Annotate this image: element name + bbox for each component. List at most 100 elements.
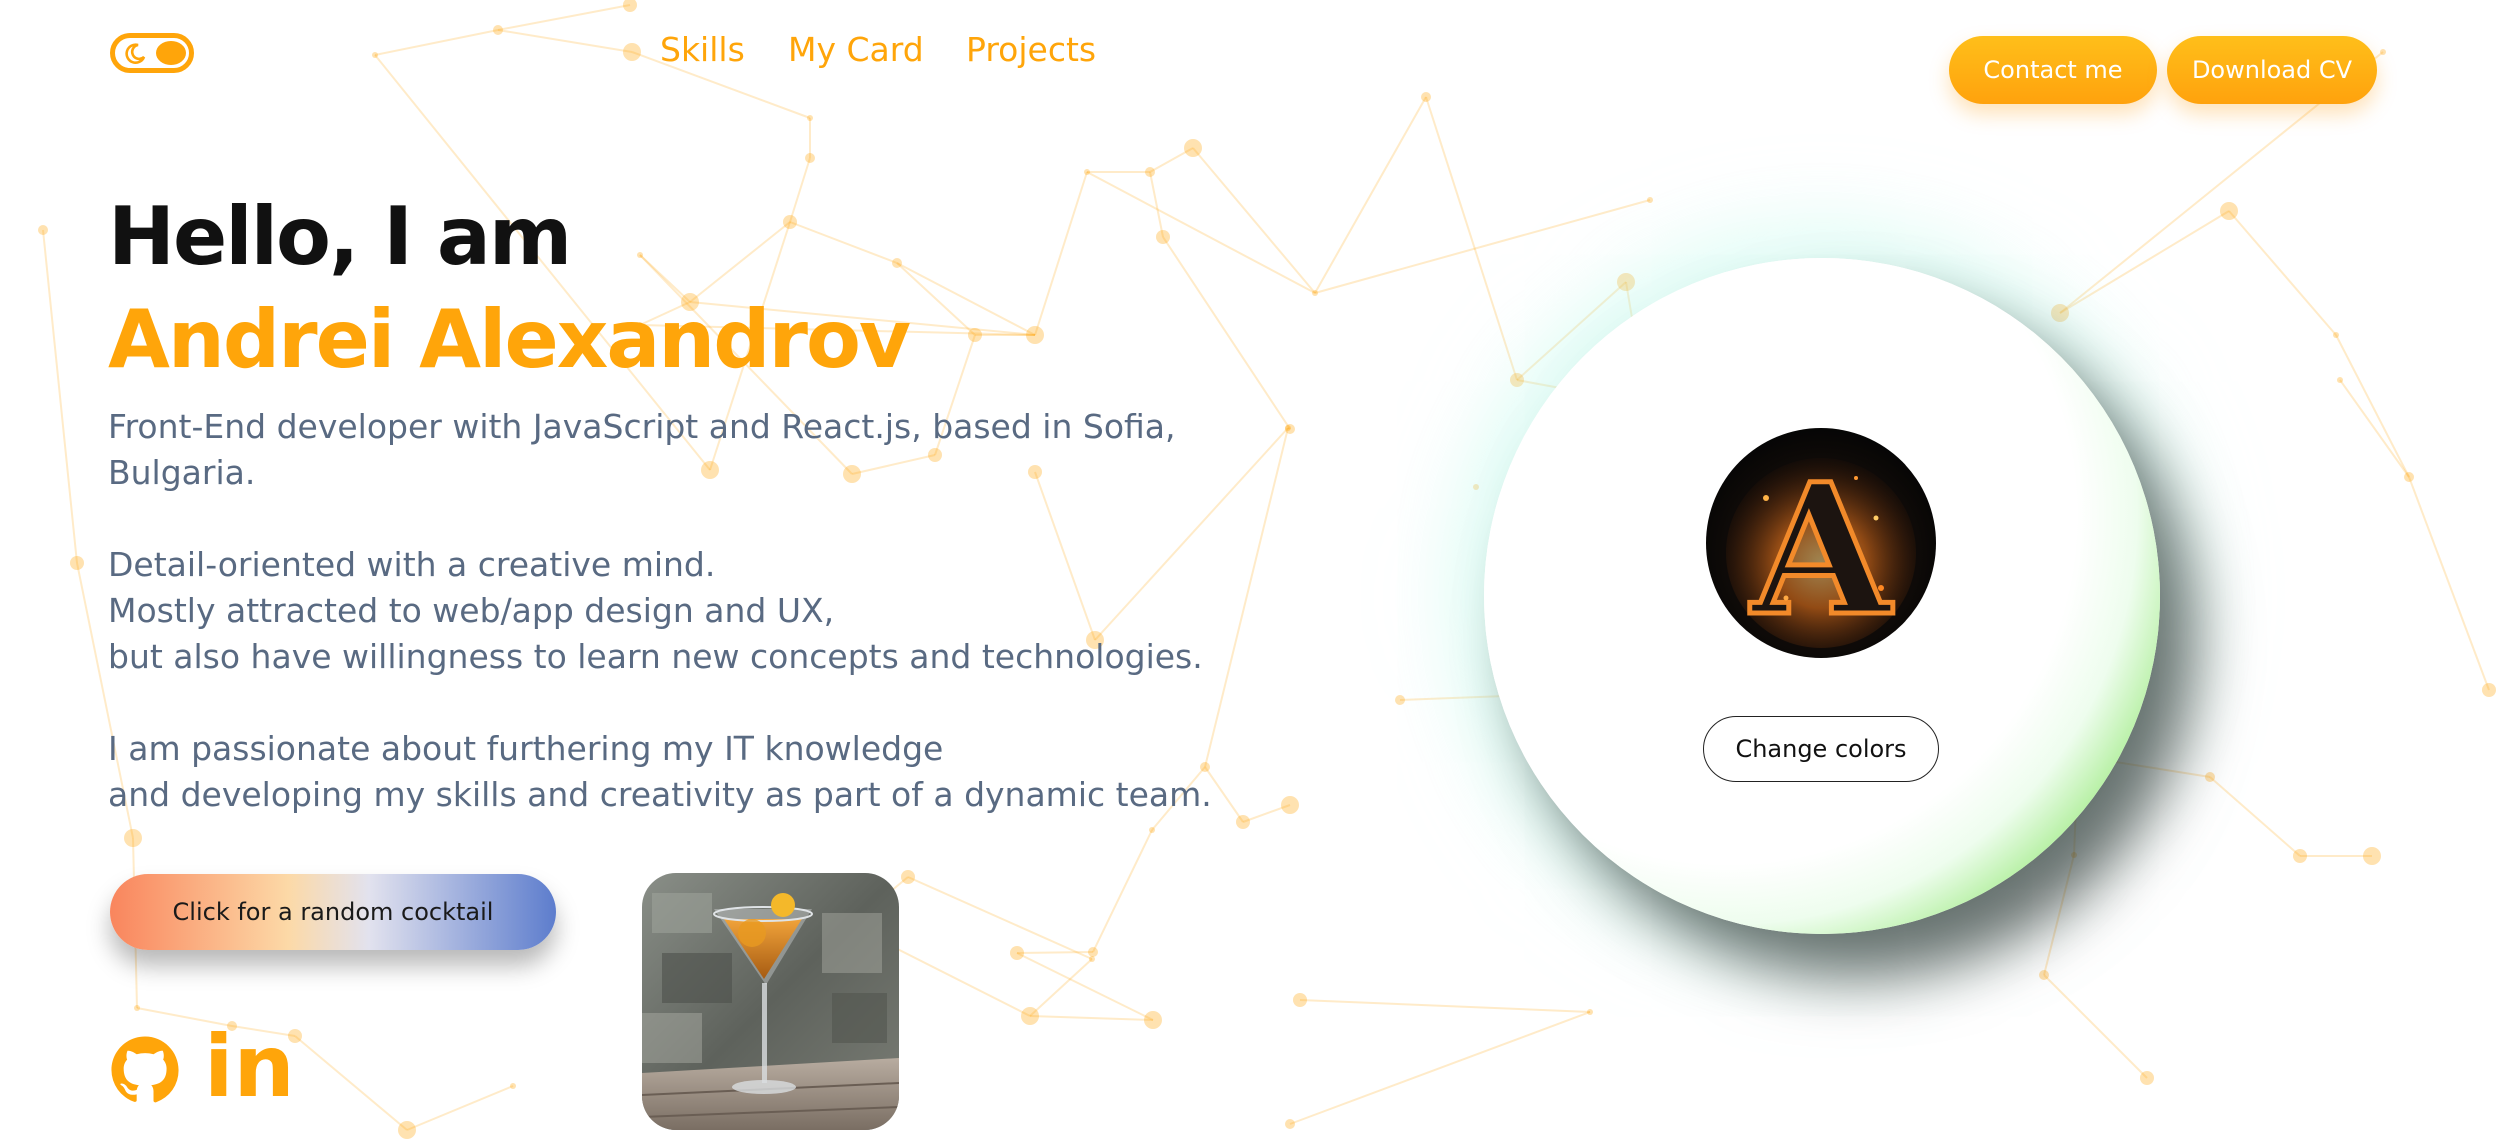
network-node <box>2293 849 2307 863</box>
network-line <box>374 29 499 56</box>
network-node <box>1156 230 1170 244</box>
avatar-letter: A <box>1749 445 1893 656</box>
network-node <box>1473 484 1479 490</box>
greeting-heading: Hello, I am <box>108 190 572 283</box>
contact-me-button[interactable]: Contact me <box>1949 36 2157 104</box>
network-line <box>1314 96 1427 294</box>
network-node <box>623 0 637 12</box>
network-node <box>2337 377 2343 383</box>
network-line <box>2408 476 2490 691</box>
bio-paragraph-1: Front-End developer with JavaScript and … <box>108 404 1176 496</box>
network-line <box>2043 974 2148 1079</box>
network-node <box>1395 695 1405 705</box>
network-node <box>1084 169 1090 175</box>
network-node <box>2140 1071 2154 1085</box>
network-line <box>2335 334 2410 478</box>
cocktail-image <box>642 873 899 1130</box>
avatar: A <box>1706 428 1936 658</box>
network-line <box>1162 236 1291 430</box>
network-line <box>1204 427 1289 768</box>
network-line <box>907 876 1093 960</box>
network-node <box>807 115 813 121</box>
network-line <box>1034 171 1088 336</box>
network-node <box>2482 683 2496 697</box>
network-node <box>1421 92 1431 102</box>
bio-line: Mostly attracted to web/app design and U… <box>108 591 835 630</box>
network-node <box>2380 49 2386 55</box>
bio-line: Front-End developer with JavaScript and … <box>108 407 1176 446</box>
network-line <box>2228 210 2337 336</box>
bio-line: Bulgaria. <box>108 453 256 492</box>
network-line <box>2059 210 2230 314</box>
network-node <box>493 25 503 35</box>
nav-my-card-link[interactable]: My Card <box>788 30 924 69</box>
network-node <box>1587 1009 1593 1015</box>
network-node <box>372 52 378 58</box>
network-node <box>2205 772 2215 782</box>
network-node <box>1617 273 1635 291</box>
nav-projects-link[interactable]: Projects <box>966 30 1096 69</box>
linkedin-icon[interactable]: in <box>204 1022 295 1112</box>
network-line <box>497 4 631 31</box>
network-line <box>1289 1011 1591 1125</box>
toggle-knob <box>156 41 186 65</box>
network-node <box>1281 796 1299 814</box>
network-line <box>1299 999 1591 1013</box>
network-node <box>1285 1119 1295 1129</box>
network-node <box>1026 326 1044 344</box>
network-node <box>1010 946 1024 960</box>
network-node <box>637 252 643 258</box>
network-node <box>1184 139 1202 157</box>
bio-line: but also have willingness to learn new c… <box>108 637 1203 676</box>
network-node <box>2039 970 2049 980</box>
network-line <box>2209 776 2301 857</box>
network-node <box>1088 947 1098 957</box>
network-node <box>2333 332 2339 338</box>
network-line <box>1016 951 1094 954</box>
network-node <box>805 153 815 163</box>
network-node <box>398 1121 416 1139</box>
bio-paragraph-2: Detail-oriented with a creative mind. Mo… <box>108 542 1203 680</box>
bio-line: and developing my skills and creativity … <box>108 775 1212 814</box>
download-cv-button[interactable]: Download CV <box>2167 36 2377 104</box>
network-node <box>1089 956 1095 962</box>
network-node <box>892 258 902 268</box>
nav-skills-link[interactable]: Skills <box>660 30 745 69</box>
network-line <box>1029 1015 1154 1021</box>
network-line <box>2043 854 2075 976</box>
network-node <box>1510 373 1524 387</box>
page: Skills My Card Projects Contact me Downl… <box>0 0 2502 1146</box>
network-node <box>2220 202 2238 220</box>
network-line <box>1425 96 1518 381</box>
github-icon[interactable] <box>110 1034 180 1106</box>
network-line <box>1314 199 1651 294</box>
network-node <box>901 870 915 884</box>
network-line <box>1192 147 1316 294</box>
network-node <box>1144 1011 1162 1029</box>
network-node <box>1021 1007 1039 1025</box>
network-node <box>1149 827 1155 833</box>
moon-icon <box>125 43 146 64</box>
network-node <box>1647 197 1653 203</box>
bio-paragraph-3: I am passionate about furthering my IT k… <box>108 726 1212 818</box>
network-line <box>406 1085 514 1131</box>
network-line <box>42 229 78 564</box>
theme-toggle[interactable] <box>110 33 194 73</box>
network-node <box>124 829 142 847</box>
network-node <box>2051 304 2069 322</box>
network-node <box>38 225 48 235</box>
random-cocktail-button[interactable]: Click for a random cocktail <box>110 874 556 950</box>
network-node <box>2404 472 2414 482</box>
bio-line: I am passionate about furthering my IT k… <box>108 729 944 768</box>
network-line <box>789 221 898 264</box>
network-node <box>1145 167 1155 177</box>
network-line <box>1029 958 1093 1017</box>
network-line <box>789 157 811 223</box>
network-line <box>497 29 633 53</box>
network-line <box>1092 829 1153 953</box>
network-node <box>1285 425 1291 431</box>
network-node <box>2363 847 2381 865</box>
change-colors-button[interactable]: Change colors <box>1703 716 1939 782</box>
network-node <box>510 1083 516 1089</box>
network-line <box>294 1035 408 1131</box>
